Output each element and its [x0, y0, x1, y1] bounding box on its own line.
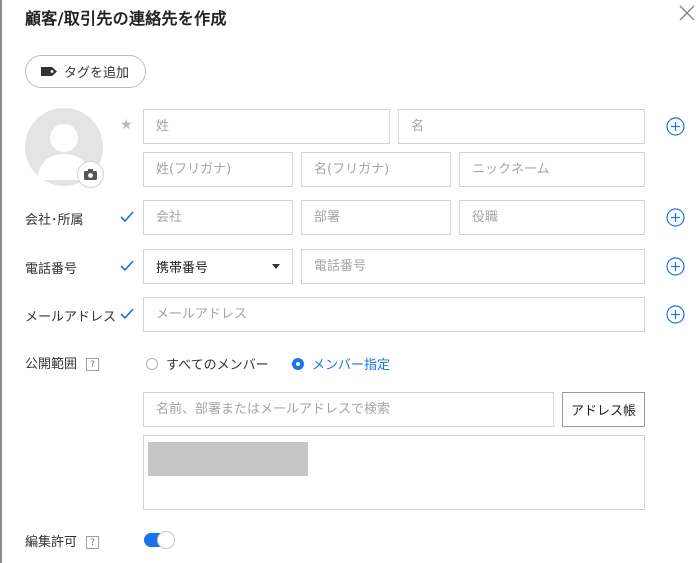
- edit-permission-label-row: 編集許可 ?: [25, 531, 100, 550]
- nickname-input[interactable]: [459, 152, 645, 187]
- camera-icon: [84, 169, 97, 180]
- radio-specified-members-label: メンバー指定: [312, 358, 391, 373]
- radio-all-members[interactable]: すべてのメンバー: [146, 354, 269, 373]
- phone-label: 電話番号: [25, 262, 78, 277]
- toggle-knob: [157, 531, 175, 549]
- edit-permission-label: 編集許可: [25, 535, 78, 550]
- edit-permission-help-icon[interactable]: ?: [86, 536, 100, 549]
- edit-permission-toggle[interactable]: [144, 531, 175, 549]
- check-icon: [120, 260, 134, 272]
- last-name-input[interactable]: [143, 109, 390, 144]
- radio-unchecked-icon: [146, 357, 158, 370]
- radio-specified-members[interactable]: メンバー指定: [292, 354, 390, 373]
- tag-icon: [41, 67, 57, 76]
- phone-type-value: 携帯番号: [156, 261, 209, 276]
- company-label: 会社･所属: [25, 213, 84, 228]
- last-name-kana-input[interactable]: [143, 152, 293, 187]
- dialog-title: 顧客/取引先の連絡先を作成: [25, 9, 227, 28]
- window-edge: [0, 0, 2, 563]
- first-name-kana-input[interactable]: [301, 152, 451, 187]
- add-phone-field-icon[interactable]: [666, 257, 685, 276]
- check-icon: [120, 211, 134, 223]
- add-tag-button[interactable]: タグを追加: [25, 55, 146, 88]
- phone-type-select[interactable]: 携帯番号: [143, 249, 293, 284]
- add-name-field-icon[interactable]: [666, 117, 685, 136]
- visibility-help-icon[interactable]: ?: [86, 358, 100, 371]
- department-input[interactable]: [301, 200, 451, 235]
- selected-members-box: [143, 435, 645, 510]
- add-tag-label: タグを追加: [64, 66, 130, 81]
- radio-checked-icon: [292, 357, 304, 370]
- phone-number-input[interactable]: [301, 249, 645, 284]
- check-icon: [120, 308, 134, 320]
- job-title-input[interactable]: [459, 200, 645, 235]
- add-company-field-icon[interactable]: [666, 208, 685, 227]
- company-input[interactable]: [143, 200, 293, 235]
- visibility-label: 公開範囲: [25, 357, 78, 372]
- chevron-down-icon: [272, 264, 280, 269]
- visibility-label-row: 公開範囲 ?: [25, 353, 100, 372]
- email-input[interactable]: [143, 297, 645, 332]
- radio-all-members-label: すべてのメンバー: [166, 358, 269, 373]
- first-name-input[interactable]: [398, 109, 645, 144]
- close-icon[interactable]: [676, 2, 698, 24]
- upload-photo-button[interactable]: [77, 161, 104, 188]
- add-email-field-icon[interactable]: [666, 305, 685, 324]
- email-label: メールアドレス: [25, 310, 117, 325]
- member-search-input[interactable]: [143, 392, 554, 427]
- selected-member-chip[interactable]: [148, 442, 308, 476]
- favorite-star-icon[interactable]: ★: [120, 117, 133, 133]
- address-book-button[interactable]: アドレス帳: [562, 392, 645, 427]
